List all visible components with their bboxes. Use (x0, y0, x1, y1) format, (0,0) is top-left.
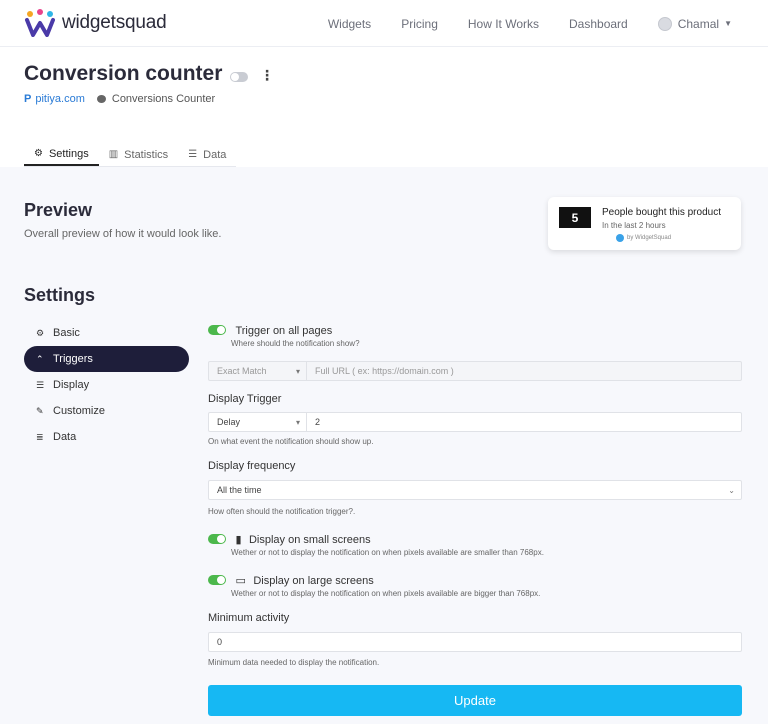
sliders-icon: ☰ (36, 379, 45, 390)
menu-item-label: Data (53, 431, 77, 443)
brush-icon: ✎ (36, 405, 44, 416)
url-input[interactable]: Full URL ( ex: https://domain.com ) (306, 362, 741, 380)
nav-widgets[interactable]: Widgets (328, 17, 371, 31)
menu-item-data[interactable]: ≣ Data (24, 424, 189, 450)
chevron-down-icon: ▾ (295, 366, 300, 376)
frequency-label: Display frequency (208, 460, 296, 472)
user-name: Chamal (677, 16, 720, 31)
widget-type-icon (96, 95, 106, 103)
display-trigger-field: Delay ▾ 2 (208, 412, 742, 432)
min-activity-value: 0 (217, 637, 223, 647)
small-screens-row: ▮ Display on small screens (208, 530, 371, 548)
caret-down-icon: ▼ (724, 19, 732, 28)
menu-item-basic[interactable]: ⚙ Basic (24, 320, 189, 346)
frequency-help: How often should the notification trigge… (208, 507, 356, 516)
menu-item-display[interactable]: ☰ Display (24, 372, 189, 398)
url-rule-field: Exact Match ▾ Full URL ( ex: https://dom… (208, 361, 742, 381)
byline-text: by WidgetSquad (627, 235, 672, 241)
tab-settings-label: Settings (48, 147, 89, 160)
header-tabs: ⚙ Settings ▥ Statistics ☰ Data (24, 143, 237, 167)
display-trigger-input-value: 2 (315, 417, 321, 427)
min-activity-input[interactable]: 0 (208, 632, 742, 652)
large-screens-row: ▭ Display on large screens (208, 571, 374, 589)
preview-subtitle: Overall preview of how it would look lik… (24, 228, 222, 240)
settings-title: Settings (24, 285, 96, 305)
match-type-value: Exact Match (217, 366, 267, 376)
tab-statistics[interactable]: ▥ Statistics (99, 143, 178, 166)
update-button[interactable]: Update (208, 685, 742, 716)
small-screens-label: Display on small screens (248, 534, 371, 546)
small-screens-help: Wether or not to display the notificatio… (231, 548, 544, 557)
menu-item-label: Display (53, 379, 90, 391)
match-type-select[interactable]: Exact Match ▾ (209, 362, 306, 380)
tab-statistics-label: Statistics (124, 148, 169, 161)
display-trigger-help: On what event the notification should sh… (208, 437, 374, 446)
notification-timeframe: In the last 2 hours (602, 221, 666, 230)
settings-menu: ⚙ Basic ⌃ Triggers ☰ Display ✎ Customize… (24, 320, 189, 450)
chart-icon: ▥ (108, 149, 119, 160)
frequency-value: All the time (217, 485, 262, 495)
chevron-down-icon: ▾ (295, 417, 300, 427)
small-screens-toggle[interactable] (208, 533, 226, 544)
nav-dashboard[interactable]: Dashboard (569, 17, 628, 31)
min-activity-help: Minimum data needed to display the notif… (208, 658, 380, 667)
desktop-icon: ▭ (235, 575, 246, 587)
min-activity-label: Minimum activity (208, 612, 290, 624)
trigger-all-row: Trigger on all pages (208, 321, 332, 339)
notification-byline: by WidgetSquad (616, 234, 671, 242)
display-trigger-select[interactable]: Delay ▾ (209, 413, 306, 431)
preview-title: Preview (24, 200, 93, 220)
nav-pricing[interactable]: Pricing (401, 17, 438, 31)
more-options-icon[interactable]: ⋮ (260, 67, 274, 84)
chevron-down-icon: ⌄ (728, 485, 735, 495)
menu-item-triggers[interactable]: ⌃ Triggers (24, 346, 189, 372)
nav-how-it-works[interactable]: How It Works (468, 17, 539, 31)
large-screens-label: Display on large screens (253, 575, 374, 587)
menu-item-label: Triggers (53, 353, 93, 365)
trigger-all-label: Trigger on all pages (235, 325, 333, 337)
database-icon: ≣ (36, 431, 44, 442)
notification-count: 5 (559, 207, 591, 228)
widget-header: Conversion counter ⋮ P pitiya.com Conver… (0, 47, 768, 167)
menu-item-label: Customize (53, 405, 105, 417)
site-link[interactable]: pitiya.com (35, 93, 85, 105)
large-screens-toggle[interactable] (208, 574, 226, 585)
notification-preview: 5 People bought this product In the last… (548, 197, 741, 250)
user-menu[interactable]: Chamal ▼ (657, 16, 732, 31)
display-trigger-label: Display Trigger (208, 393, 282, 405)
tab-data-label: Data (203, 148, 227, 161)
widget-meta: P pitiya.com Conversions Counter (24, 93, 215, 105)
widgetsquad-logo-icon (25, 9, 55, 37)
brand-name: widgetsquad (62, 12, 167, 33)
notification-message: People bought this product (602, 207, 721, 218)
widget-enabled-toggle[interactable] (230, 72, 248, 82)
chevron-up-icon: ⌃ (36, 353, 44, 364)
trigger-all-toggle[interactable] (208, 324, 226, 335)
gear-icon: ⚙ (36, 327, 45, 338)
menu-item-label: Basic (53, 327, 80, 339)
page-title: Conversion counter (24, 62, 223, 85)
gears-icon: ⚙ (34, 148, 43, 159)
display-trigger-input[interactable]: 2 (306, 413, 741, 431)
verified-check-icon (616, 234, 624, 242)
frequency-select[interactable]: All the time ⌄ (208, 480, 742, 500)
main-nav: Widgets Pricing How It Works Dashboard C… (298, 0, 732, 47)
menu-item-customize[interactable]: ✎ Customize (24, 398, 189, 424)
widget-type: Conversions Counter (111, 93, 216, 105)
brand-logo[interactable]: widgetsquad (24, 9, 167, 37)
mobile-icon: ▮ (235, 534, 242, 546)
avatar-icon (657, 16, 672, 31)
tab-settings[interactable]: ⚙ Settings (24, 143, 99, 166)
top-navbar: widgetsquad Widgets Pricing How It Works… (0, 0, 768, 47)
trigger-all-help: Where should the notification show? (231, 339, 360, 348)
database-icon: ☰ (188, 149, 198, 160)
tab-data[interactable]: ☰ Data (178, 143, 236, 166)
large-screens-help: Wether or not to display the notificatio… (231, 589, 541, 598)
display-trigger-value: Delay (217, 417, 241, 427)
url-placeholder: Full URL ( ex: https://domain.com ) (315, 366, 454, 376)
site-icon: P (24, 93, 32, 105)
